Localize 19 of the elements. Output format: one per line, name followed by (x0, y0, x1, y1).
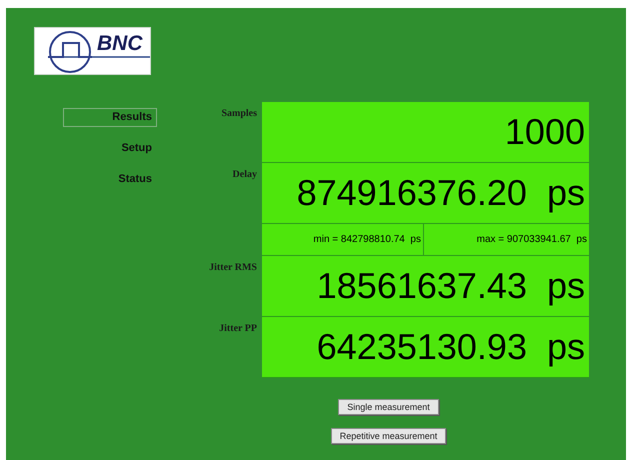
reading-unit: ps (546, 175, 585, 211)
reading-unit: ps (546, 268, 585, 304)
nav-link[interactable]: Setup (63, 139, 157, 158)
nav-link[interactable]: Results (63, 108, 157, 127)
min-reading: min = 842798810.74 ps (262, 224, 424, 255)
reading-value: 1000 (504, 114, 585, 150)
measurement-button[interactable]: Repetitive measurement (330, 428, 446, 444)
reading-label: Samples (220, 107, 258, 121)
reading-label: Jitter PP (218, 322, 258, 336)
nav-link[interactable]: Status (63, 170, 157, 189)
max-reading: max = 907033941.67 ps (476, 233, 588, 247)
reading-label: Jitter RMS (208, 261, 258, 275)
reading-unit: ps (546, 329, 585, 365)
reading-value: 18561637.43 (316, 268, 527, 304)
measurement-button[interactable]: Single measurement (338, 399, 439, 415)
reading-label: Delay (232, 168, 258, 182)
reading-value: 64235130.93 (316, 329, 527, 365)
reading-value: 874916376.20 (296, 175, 527, 211)
pulse-circle-icon (48, 30, 150, 74)
